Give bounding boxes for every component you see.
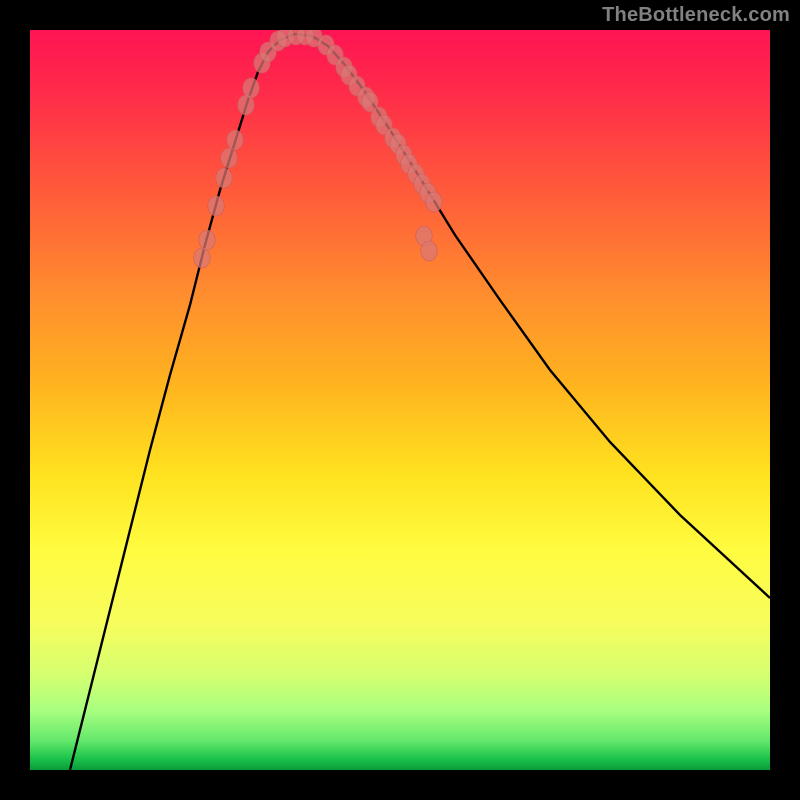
data-marker	[208, 196, 224, 216]
v-curve-line	[70, 34, 770, 770]
data-marker	[199, 230, 215, 250]
data-marker	[243, 78, 259, 98]
data-marker	[194, 248, 210, 268]
data-marker	[227, 130, 243, 150]
data-marker	[221, 148, 237, 168]
data-marker	[421, 241, 437, 261]
chart-svg	[30, 30, 770, 770]
marker-group	[194, 30, 442, 268]
watermark-text: TheBottleneck.com	[602, 4, 790, 27]
data-marker	[216, 168, 232, 188]
plot-area	[30, 30, 770, 770]
chart-container: TheBottleneck.com	[0, 0, 800, 800]
data-marker	[426, 192, 442, 212]
